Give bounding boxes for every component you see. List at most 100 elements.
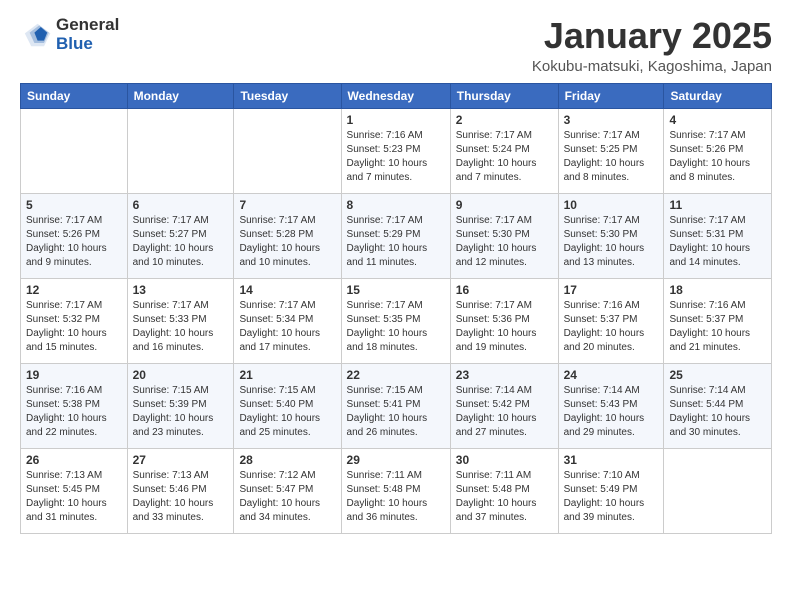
- calendar-cell-1-6: 3Sunrise: 7:17 AM Sunset: 5:25 PM Daylig…: [558, 108, 664, 193]
- day-info: Sunrise: 7:15 AM Sunset: 5:39 PM Dayligh…: [133, 384, 229, 440]
- day-number: 13: [133, 283, 229, 297]
- logo-text: General Blue: [56, 16, 119, 53]
- calendar-week-4: 19Sunrise: 7:16 AM Sunset: 5:38 PM Dayli…: [21, 363, 772, 448]
- col-wednesday: Wednesday: [341, 83, 450, 108]
- calendar-cell-3-6: 17Sunrise: 7:16 AM Sunset: 5:37 PM Dayli…: [558, 278, 664, 363]
- calendar-week-1: 1 Sunrise: 7:16 AM Sunset: 5:23 PM Daylig…: [21, 108, 772, 193]
- logo-blue-text: Blue: [56, 35, 119, 54]
- day-info: Sunrise: 7:17 AM Sunset: 5:33 PM Dayligh…: [133, 299, 229, 355]
- day-number: 30: [456, 453, 553, 467]
- day-info: Sunrise: 7:16 AM Sunset: 5:37 PM Dayligh…: [669, 299, 766, 355]
- logo-general-text: General: [56, 16, 119, 35]
- day-number: 25: [669, 368, 766, 382]
- calendar-header-row: Sunday Monday Tuesday Wednesday Thursday…: [21, 83, 772, 108]
- day-info: Sunrise: 7:13 AM Sunset: 5:45 PM Dayligh…: [26, 469, 122, 525]
- day-number: 2: [456, 113, 553, 127]
- day-number: 28: [239, 453, 335, 467]
- calendar-cell-2-1: 5 Sunrise: 7:17 AM Sunset: 5:26 PM Daylig…: [21, 193, 128, 278]
- day-info: Sunrise: 7:17 AM Sunset: 5:34 PM Dayligh…: [239, 299, 335, 355]
- day-info: Sunrise: 7:16 AM Sunset: 5:37 PM Dayligh…: [564, 299, 659, 355]
- calendar-table: Sunday Monday Tuesday Wednesday Thursday…: [20, 83, 772, 534]
- calendar-cell-2-2: 6 Sunrise: 7:17 AM Sunset: 5:27 PM Daylig…: [127, 193, 234, 278]
- calendar-cell-3-5: 16 Sunrise: 7:17 AM Sunset: 5:36 PM Dayli…: [450, 278, 558, 363]
- day-number: 6: [133, 198, 229, 212]
- day-info: Sunrise: 7:17 AM Sunset: 5:26 PM Dayligh…: [669, 129, 766, 185]
- calendar-cell-5-3: 28 Sunrise: 7:12 AM Sunset: 5:47 PM Dayli…: [234, 448, 341, 533]
- day-info: Sunrise: 7:14 AM Sunset: 5:42 PM Dayligh…: [456, 384, 553, 440]
- day-info: Sunrise: 7:11 AM Sunset: 5:48 PM Dayligh…: [456, 469, 553, 525]
- day-info: Sunrise: 7:13 AM Sunset: 5:46 PM Dayligh…: [133, 469, 229, 525]
- col-monday: Monday: [127, 83, 234, 108]
- calendar-cell-2-3: 7 Sunrise: 7:17 AM Sunset: 5:28 PM Daylig…: [234, 193, 341, 278]
- calendar-cell-4-6: 24 Sunrise: 7:14 AM Sunset: 5:43 PM Dayli…: [558, 363, 664, 448]
- calendar-cell-1-2: [127, 108, 234, 193]
- day-info: Sunrise: 7:17 AM Sunset: 5:30 PM Dayligh…: [456, 214, 553, 270]
- calendar-week-5: 26 Sunrise: 7:13 AM Sunset: 5:45 PM Dayli…: [21, 448, 772, 533]
- day-number: 4: [669, 113, 766, 127]
- day-number: 18: [669, 283, 766, 297]
- day-number: 22: [347, 368, 445, 382]
- day-number: 3: [564, 113, 659, 127]
- calendar-cell-2-5: 9 Sunrise: 7:17 AM Sunset: 5:30 PM Daylig…: [450, 193, 558, 278]
- calendar-week-2: 5 Sunrise: 7:17 AM Sunset: 5:26 PM Daylig…: [21, 193, 772, 278]
- day-number: 31: [564, 453, 659, 467]
- day-number: 16: [456, 283, 553, 297]
- calendar-cell-5-2: 27 Sunrise: 7:13 AM Sunset: 5:46 PM Dayli…: [127, 448, 234, 533]
- day-info: Sunrise: 7:17 AM Sunset: 5:27 PM Dayligh…: [133, 214, 229, 270]
- col-saturday: Saturday: [664, 83, 772, 108]
- calendar-cell-3-4: 15 Sunrise: 7:17 AM Sunset: 5:35 PM Dayli…: [341, 278, 450, 363]
- calendar-cell-1-4: 1 Sunrise: 7:16 AM Sunset: 5:23 PM Daylig…: [341, 108, 450, 193]
- page: General Blue January 2025 Kokubu-matsuki…: [0, 0, 792, 550]
- calendar-cell-2-6: 10Sunrise: 7:17 AM Sunset: 5:30 PM Dayli…: [558, 193, 664, 278]
- day-number: 15: [347, 283, 445, 297]
- calendar-cell-3-2: 13 Sunrise: 7:17 AM Sunset: 5:33 PM Dayli…: [127, 278, 234, 363]
- day-number: 9: [456, 198, 553, 212]
- day-info: Sunrise: 7:11 AM Sunset: 5:48 PM Dayligh…: [347, 469, 445, 525]
- day-number: 21: [239, 368, 335, 382]
- day-info: Sunrise: 7:17 AM Sunset: 5:24 PM Dayligh…: [456, 129, 553, 185]
- calendar-cell-1-7: 4 Sunrise: 7:17 AM Sunset: 5:26 PM Daylig…: [664, 108, 772, 193]
- calendar-cell-4-3: 21Sunrise: 7:15 AM Sunset: 5:40 PM Dayli…: [234, 363, 341, 448]
- day-info: Sunrise: 7:17 AM Sunset: 5:29 PM Dayligh…: [347, 214, 445, 270]
- day-info: Sunrise: 7:17 AM Sunset: 5:31 PM Dayligh…: [669, 214, 766, 270]
- day-number: 27: [133, 453, 229, 467]
- col-thursday: Thursday: [450, 83, 558, 108]
- calendar-cell-1-3: [234, 108, 341, 193]
- col-sunday: Sunday: [21, 83, 128, 108]
- day-info: Sunrise: 7:17 AM Sunset: 5:32 PM Dayligh…: [26, 299, 122, 355]
- calendar-cell-3-7: 18 Sunrise: 7:16 AM Sunset: 5:37 PM Dayli…: [664, 278, 772, 363]
- day-number: 24: [564, 368, 659, 382]
- calendar-cell-5-7: [664, 448, 772, 533]
- day-info: Sunrise: 7:14 AM Sunset: 5:44 PM Dayligh…: [669, 384, 766, 440]
- calendar-cell-4-4: 22Sunrise: 7:15 AM Sunset: 5:41 PM Dayli…: [341, 363, 450, 448]
- day-number: 14: [239, 283, 335, 297]
- logo: General Blue: [20, 16, 119, 53]
- day-number: 10: [564, 198, 659, 212]
- calendar-cell-5-5: 30 Sunrise: 7:11 AM Sunset: 5:48 PM Dayli…: [450, 448, 558, 533]
- day-number: 8: [347, 198, 445, 212]
- day-info: Sunrise: 7:10 AM Sunset: 5:49 PM Dayligh…: [564, 469, 659, 525]
- calendar-cell-1-1: [21, 108, 128, 193]
- day-info: Sunrise: 7:12 AM Sunset: 5:47 PM Dayligh…: [239, 469, 335, 525]
- day-number: 26: [26, 453, 122, 467]
- calendar-week-3: 12Sunrise: 7:17 AM Sunset: 5:32 PM Dayli…: [21, 278, 772, 363]
- location-title: Kokubu-matsuki, Kagoshima, Japan: [532, 58, 772, 75]
- title-block: January 2025 Kokubu-matsuki, Kagoshima, …: [532, 16, 772, 75]
- day-info: Sunrise: 7:17 AM Sunset: 5:36 PM Dayligh…: [456, 299, 553, 355]
- calendar-cell-1-5: 2 Sunrise: 7:17 AM Sunset: 5:24 PM Daylig…: [450, 108, 558, 193]
- day-info: Sunrise: 7:16 AM Sunset: 5:23 PM Dayligh…: [347, 129, 445, 185]
- day-info: Sunrise: 7:16 AM Sunset: 5:38 PM Dayligh…: [26, 384, 122, 440]
- calendar-cell-5-1: 26 Sunrise: 7:13 AM Sunset: 5:45 PM Dayli…: [21, 448, 128, 533]
- day-number: 1: [347, 113, 445, 127]
- calendar-cell-2-4: 8 Sunrise: 7:17 AM Sunset: 5:29 PM Daylig…: [341, 193, 450, 278]
- day-info: Sunrise: 7:17 AM Sunset: 5:35 PM Dayligh…: [347, 299, 445, 355]
- header: General Blue January 2025 Kokubu-matsuki…: [20, 16, 772, 75]
- day-number: 5: [26, 198, 122, 212]
- col-friday: Friday: [558, 83, 664, 108]
- day-info: Sunrise: 7:17 AM Sunset: 5:28 PM Dayligh…: [239, 214, 335, 270]
- day-number: 20: [133, 368, 229, 382]
- calendar-cell-4-5: 23Sunrise: 7:14 AM Sunset: 5:42 PM Dayli…: [450, 363, 558, 448]
- day-number: 7: [239, 198, 335, 212]
- day-info: Sunrise: 7:17 AM Sunset: 5:26 PM Dayligh…: [26, 214, 122, 270]
- day-info: Sunrise: 7:14 AM Sunset: 5:43 PM Dayligh…: [564, 384, 659, 440]
